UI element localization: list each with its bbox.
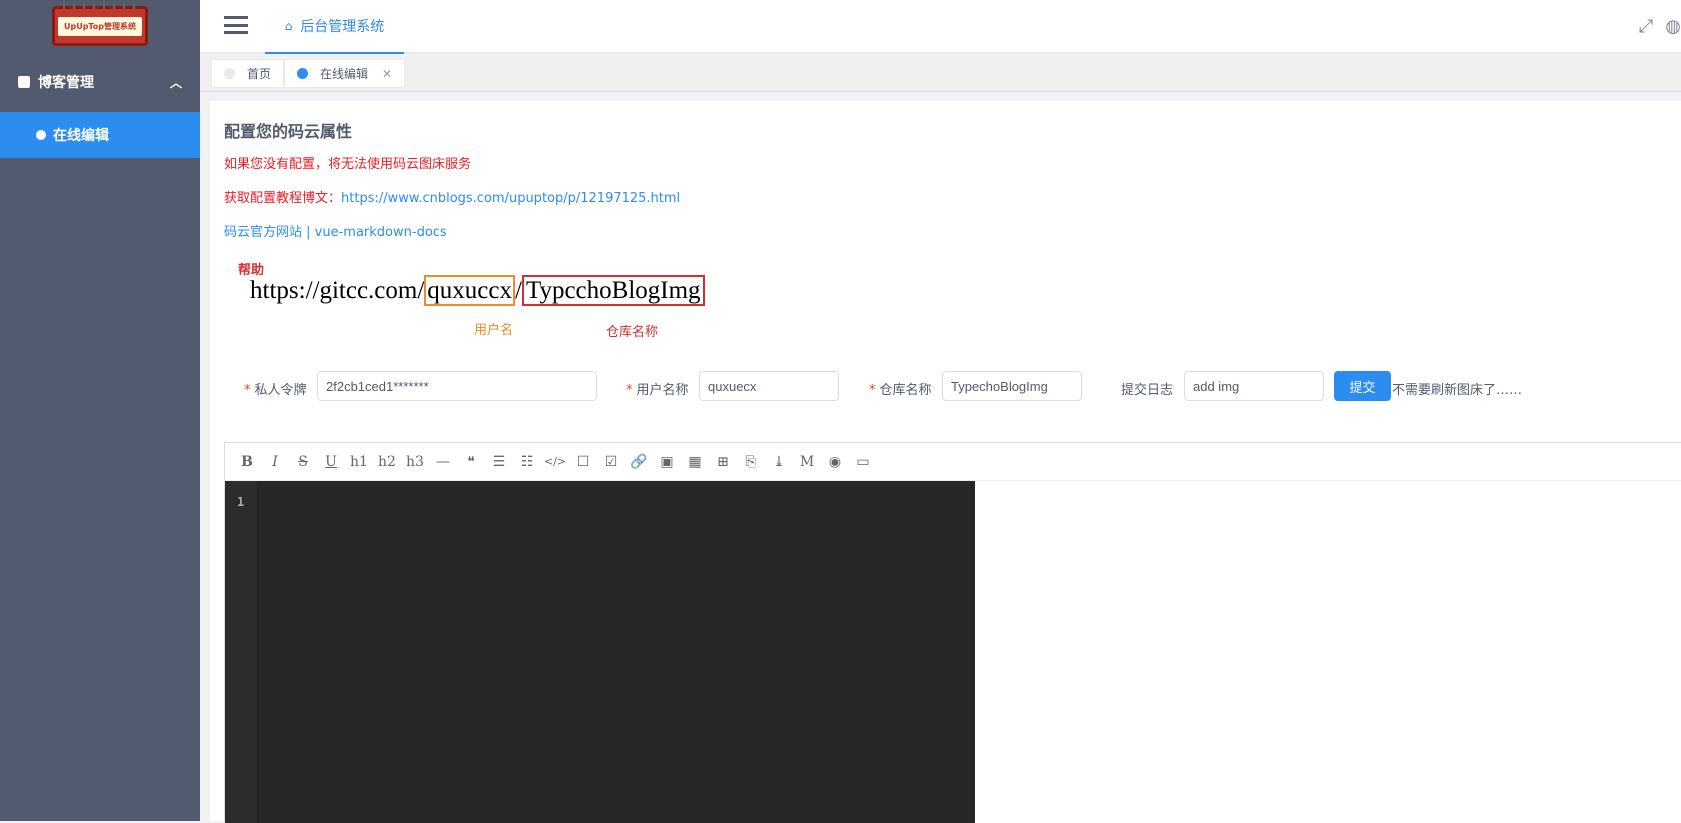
help-label-repo: 仓库名称 xyxy=(606,325,659,340)
h3-icon[interactable]: h3 xyxy=(403,450,427,474)
fullscreen-icon[interactable]: ⤢ xyxy=(1639,16,1653,37)
close-icon[interactable]: ✕ xyxy=(382,67,392,81)
quote-icon[interactable]: ❝ xyxy=(459,450,483,474)
config-form: *私人令牌 *用户名称 *仓库名称 提交日志 提交 不需要刷新图床了…… xyxy=(224,371,1664,403)
help-title: 帮助 xyxy=(238,263,265,278)
tab-label: 在线编辑 xyxy=(320,67,369,81)
underline-icon[interactable]: U xyxy=(319,450,343,474)
token-input[interactable] xyxy=(317,371,597,401)
editor-toolbar: B I S U h1 h2 h3 — ❝ ☰ ☷ </> ☐ ☑ 🔗 ▣ ▦ ⊞… xyxy=(225,443,1681,481)
line-number: 1 xyxy=(237,495,245,509)
tutorial-line: 获取配置教程博文：https://www.cnblogs.com/upuptop… xyxy=(224,187,680,206)
markdown-icon[interactable]: M xyxy=(795,450,819,474)
globe-icon xyxy=(36,130,46,140)
menu-group-blog[interactable]: 博客管理 ︿ xyxy=(0,52,200,112)
page-title: 配置您的码云属性 xyxy=(224,122,353,141)
help-url-repo: TypcchoBlogImg xyxy=(521,275,705,306)
chevron-up-icon: ︿ xyxy=(169,75,182,90)
header-tab-label: 后台管理系统 xyxy=(300,19,385,35)
code-icon[interactable]: </> xyxy=(543,450,567,474)
home-icon: ⌂ xyxy=(284,19,293,33)
logo-wrap: UpUpTop管理系统 xyxy=(0,0,200,52)
submit-button[interactable]: 提交 xyxy=(1334,371,1391,401)
sidebar-item-online-edit[interactable]: 在线编辑 xyxy=(0,112,200,158)
tab-dot xyxy=(224,68,235,79)
menu-group-label: 博客管理 xyxy=(38,75,94,91)
header-tab-home[interactable]: ⌂ 后台管理系统 xyxy=(265,0,404,54)
line-gutter: 1 xyxy=(225,481,257,823)
token-label: * 私人令牌 xyxy=(244,383,307,398)
gitee-link[interactable]: 码云官方网站 xyxy=(224,225,302,240)
help-image: 帮助 https://gitcc.com/quxuccx / TypcchoBlog… xyxy=(230,251,790,341)
download-icon[interactable]: ⤓ xyxy=(767,450,791,474)
tutorial-prefix: 获取配置教程博文： xyxy=(224,191,342,206)
strikethrough-icon[interactable]: S xyxy=(291,450,315,474)
language-icon[interactable]: ◍ xyxy=(1665,16,1681,37)
warning-text: 如果您没有配置，将无法使用码云图床服务 xyxy=(224,157,472,172)
help-url-prefix: https://gitcc.com/ xyxy=(250,277,425,304)
tab-label: 首页 xyxy=(247,67,272,81)
grid-icon[interactable]: ⊞ xyxy=(711,450,735,474)
unordered-list-icon[interactable]: ☰ xyxy=(487,450,511,474)
sidebar: UpUpTop管理系统 博客管理 ︿ 在线编辑 xyxy=(0,0,200,821)
tab-online-edit[interactable]: 在线编辑 ✕ xyxy=(284,59,406,88)
italic-icon[interactable]: I xyxy=(263,450,287,474)
editor-textarea[interactable]: 1 xyxy=(225,481,975,823)
tip-text: 不需要刷新图床了…… xyxy=(1392,383,1523,398)
user-input[interactable] xyxy=(699,371,839,401)
links-line: 码云官方网站 | vue-markdown-docs xyxy=(224,221,447,240)
repo-label: * 仓库名称 xyxy=(869,383,932,398)
h2-icon[interactable]: h2 xyxy=(375,450,399,474)
help-url: https://gitcc.com/quxuccx / TypcchoBlogImg xyxy=(250,275,705,306)
image-icon[interactable]: ▣ xyxy=(655,450,679,474)
docs-link[interactable]: vue-markdown-docs xyxy=(315,225,447,240)
markdown-editor: B I S U h1 h2 h3 — ❝ ☰ ☷ </> ☐ ☑ 🔗 ▣ ▦ ⊞… xyxy=(224,442,1681,823)
header: ⌂ 后台管理系统 ⤢ ◍ xyxy=(200,0,1681,54)
tab-bar: 首页 在线编辑 ✕ xyxy=(200,56,1681,92)
logo-text: UpUpTop管理系统 xyxy=(57,16,143,36)
help-url-user: quxuccx xyxy=(424,275,515,306)
tutorial-link[interactable]: https://www.cnblogs.com/upuptop/p/121971… xyxy=(341,191,680,206)
main-content: 配置您的码云属性 如果您没有配置，将无法使用码云图床服务 获取配置教程博文：ht… xyxy=(210,101,1681,823)
menu-toggle-icon[interactable] xyxy=(224,16,248,34)
help-label-user: 用户名 xyxy=(474,323,514,338)
user-label: * 用户名称 xyxy=(626,383,689,398)
ordered-list-icon[interactable]: ☷ xyxy=(515,450,539,474)
hr-icon[interactable]: — xyxy=(431,450,455,474)
bold-icon[interactable]: B xyxy=(235,450,259,474)
h1-icon[interactable]: h1 xyxy=(347,450,371,474)
logo[interactable]: UpUpTop管理系统 xyxy=(52,3,148,46)
log-label: 提交日志 xyxy=(1121,383,1174,398)
help-url-slash: / xyxy=(514,277,522,304)
checkbox-icon[interactable]: ☐ xyxy=(571,450,595,474)
link-separator: | xyxy=(302,225,315,240)
tab-home[interactable]: 首页 xyxy=(211,59,285,88)
folder-icon xyxy=(18,76,30,88)
log-input[interactable] xyxy=(1184,371,1324,401)
import-icon[interactable]: ⎘ xyxy=(739,450,763,474)
sidebar-item-label: 在线编辑 xyxy=(53,128,109,144)
repo-input[interactable] xyxy=(942,371,1082,401)
toggle-icon[interactable]: ▭ xyxy=(851,450,875,474)
preview-pane xyxy=(975,481,1681,823)
link-icon[interactable]: 🔗 xyxy=(627,450,651,474)
tab-dot xyxy=(297,68,308,79)
preview-icon[interactable]: ◉ xyxy=(823,450,847,474)
header-icons: ⤢ ◍ xyxy=(1639,16,1681,37)
table-icon[interactable]: ▦ xyxy=(683,450,707,474)
checkbox-checked-icon[interactable]: ☑ xyxy=(599,450,623,474)
